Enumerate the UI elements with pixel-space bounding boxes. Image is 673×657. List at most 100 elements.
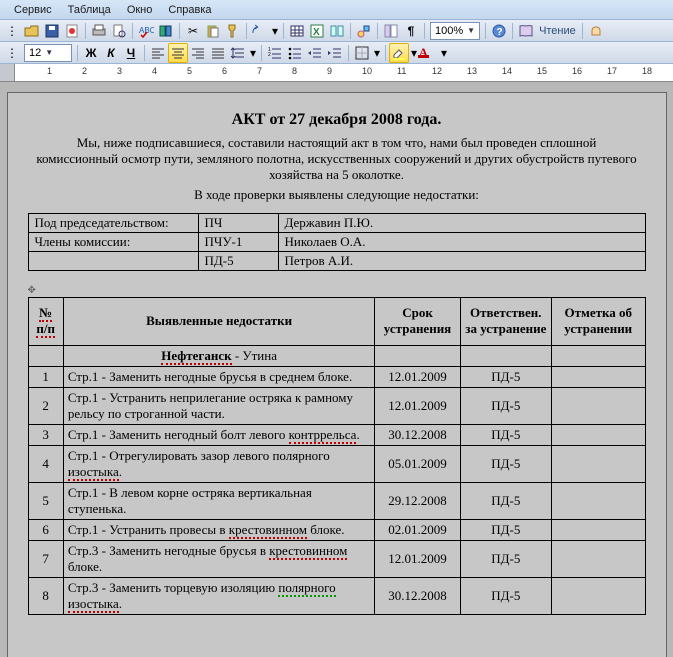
- font-color-icon[interactable]: A: [419, 43, 439, 63]
- spellcheck-icon[interactable]: ABC: [136, 21, 156, 41]
- cell-number: 3: [28, 424, 63, 445]
- col-deadline: Срок устранения: [375, 297, 460, 345]
- committee-unit: ПЧУ-1: [198, 232, 278, 251]
- reading-layout-icon[interactable]: [516, 21, 536, 41]
- cell-mark: [552, 445, 646, 482]
- chevron-down-icon[interactable]: ▾: [270, 21, 280, 41]
- ruler-tick: 17: [607, 66, 617, 76]
- cell-defect: Стр.1 - Устранить провесы в крестовинном…: [63, 519, 375, 540]
- horizontal-ruler[interactable]: 1 2 3 4 5 6 7 8 9 10 11 12 13 14 15 16 1…: [0, 64, 673, 82]
- cell-defect: Стр.3 - Заменить торцевую изоляцию поляр…: [63, 577, 375, 614]
- align-center-icon[interactable]: [168, 43, 188, 63]
- save-icon[interactable]: [42, 21, 62, 41]
- menu-help[interactable]: Справка: [160, 2, 219, 18]
- cell-owner: ПД-5: [460, 519, 551, 540]
- print-preview-icon[interactable]: [109, 21, 129, 41]
- chevron-down-icon[interactable]: ▾: [372, 43, 382, 63]
- line-spacing-icon[interactable]: [228, 43, 248, 63]
- svg-text:X: X: [313, 27, 320, 38]
- highlight-color-icon[interactable]: [389, 43, 409, 63]
- insert-table-icon[interactable]: [287, 21, 307, 41]
- bold-button[interactable]: Ж: [81, 43, 101, 63]
- drawing-toolbar-icon[interactable]: [354, 21, 374, 41]
- cell-owner: ПД-5: [460, 482, 551, 519]
- font-size-combo[interactable]: 12▼: [24, 44, 72, 62]
- svg-text:2: 2: [268, 52, 271, 58]
- cell-number: 5: [28, 482, 63, 519]
- ruler-tick: 1: [47, 66, 52, 76]
- cell-number: 2: [28, 387, 63, 424]
- table-row: Под председательством: ПЧ Державин П.Ю.: [28, 213, 645, 232]
- location-name: Нефтеганск: [161, 348, 231, 365]
- show-formatting-icon[interactable]: ¶: [401, 21, 421, 41]
- cell-owner: ПД-5: [460, 445, 551, 482]
- cell-number: 4: [28, 445, 63, 482]
- cell-owner: ПД-5: [460, 540, 551, 577]
- committee-name: Петров А.И.: [278, 251, 645, 270]
- chevron-down-icon[interactable]: ▾: [439, 43, 449, 63]
- cell-number: 6: [28, 519, 63, 540]
- ruler-tick: 18: [642, 66, 652, 76]
- ruler-tick: 12: [432, 66, 442, 76]
- committee-role: Под председательством:: [28, 213, 198, 232]
- ruler-tick: 4: [152, 66, 157, 76]
- cell-owner: ПД-5: [460, 366, 551, 387]
- align-left-icon[interactable]: [148, 43, 168, 63]
- menu-service[interactable]: Сервис: [6, 2, 60, 18]
- align-justify-icon[interactable]: [208, 43, 228, 63]
- reading-layout-label[interactable]: Чтение: [536, 25, 579, 37]
- undo-icon[interactable]: [250, 21, 270, 41]
- print-icon[interactable]: [89, 21, 109, 41]
- doc-paragraph-1: Мы, ниже подписавшиеся, составили настоя…: [36, 135, 638, 183]
- cell-mark: [552, 387, 646, 424]
- ruler-tick: 13: [467, 66, 477, 76]
- research-icon[interactable]: [156, 21, 176, 41]
- paste-icon[interactable]: [203, 21, 223, 41]
- open-icon[interactable]: [22, 21, 42, 41]
- cell-defect: Стр.1 - Заменить негодный болт левого ко…: [63, 424, 375, 445]
- ruler-tick: 11: [397, 66, 406, 76]
- help-icon[interactable]: ?: [489, 21, 509, 41]
- table-row: 7Стр.3 - Заменить негодные брусья в крес…: [28, 540, 645, 577]
- format-painter-icon[interactable]: [223, 21, 243, 41]
- chevron-down-icon: ▼: [45, 48, 53, 57]
- zoom-combo[interactable]: 100%▼: [430, 22, 480, 40]
- table-row: 8Стр.3 - Заменить торцевую изоляцию поля…: [28, 577, 645, 614]
- svg-text:?: ?: [497, 27, 503, 38]
- bulleted-list-icon[interactable]: [285, 43, 305, 63]
- cell-mark: [552, 482, 646, 519]
- columns-icon[interactable]: [327, 21, 347, 41]
- cell-deadline: 12.01.2009: [375, 540, 460, 577]
- decrease-indent-icon[interactable]: [305, 43, 325, 63]
- menu-window[interactable]: Окно: [119, 2, 161, 18]
- borders-icon[interactable]: [352, 43, 372, 63]
- menu-table[interactable]: Таблица: [60, 2, 119, 18]
- chevron-down-icon[interactable]: ▾: [248, 43, 258, 63]
- cut-icon[interactable]: ✂: [183, 21, 203, 41]
- cell-owner: ПД-5: [460, 577, 551, 614]
- ruler-tick: 7: [257, 66, 262, 76]
- col-owner: Ответствен. за устранение: [460, 297, 551, 345]
- ruler-tick: 3: [117, 66, 122, 76]
- numbered-list-icon[interactable]: 12: [265, 43, 285, 63]
- document-workspace: АКТ от 27 декабря 2008 года. Мы, ниже по…: [0, 82, 673, 657]
- chevron-down-icon[interactable]: ▾: [409, 43, 419, 63]
- excel-icon[interactable]: X: [307, 21, 327, 41]
- table-row: 6Стр.1 - Устранить провесы в крестовинно…: [28, 519, 645, 540]
- hands-icon[interactable]: [586, 21, 606, 41]
- increase-indent-icon[interactable]: [325, 43, 345, 63]
- table-row: 4Стр.1 - Отрегулировать зазор левого пол…: [28, 445, 645, 482]
- permissions-icon[interactable]: [62, 21, 82, 41]
- ruler-tick: 10: [362, 66, 372, 76]
- cell-defect: Стр.1 - В левом корне остряка вертикальн…: [63, 482, 375, 519]
- ruler-tick: 9: [327, 66, 332, 76]
- table-row: ПД-5 Петров А.И.: [28, 251, 645, 270]
- align-right-icon[interactable]: [188, 43, 208, 63]
- document-map-icon[interactable]: [381, 21, 401, 41]
- table-move-handle-icon[interactable]: ✥: [28, 285, 646, 296]
- italic-button[interactable]: К: [101, 43, 121, 63]
- underline-button[interactable]: Ч: [121, 43, 141, 63]
- ruler-tick: 15: [537, 66, 547, 76]
- document-page[interactable]: АКТ от 27 декабря 2008 года. Мы, ниже по…: [7, 92, 667, 657]
- ruler-tick: 16: [572, 66, 582, 76]
